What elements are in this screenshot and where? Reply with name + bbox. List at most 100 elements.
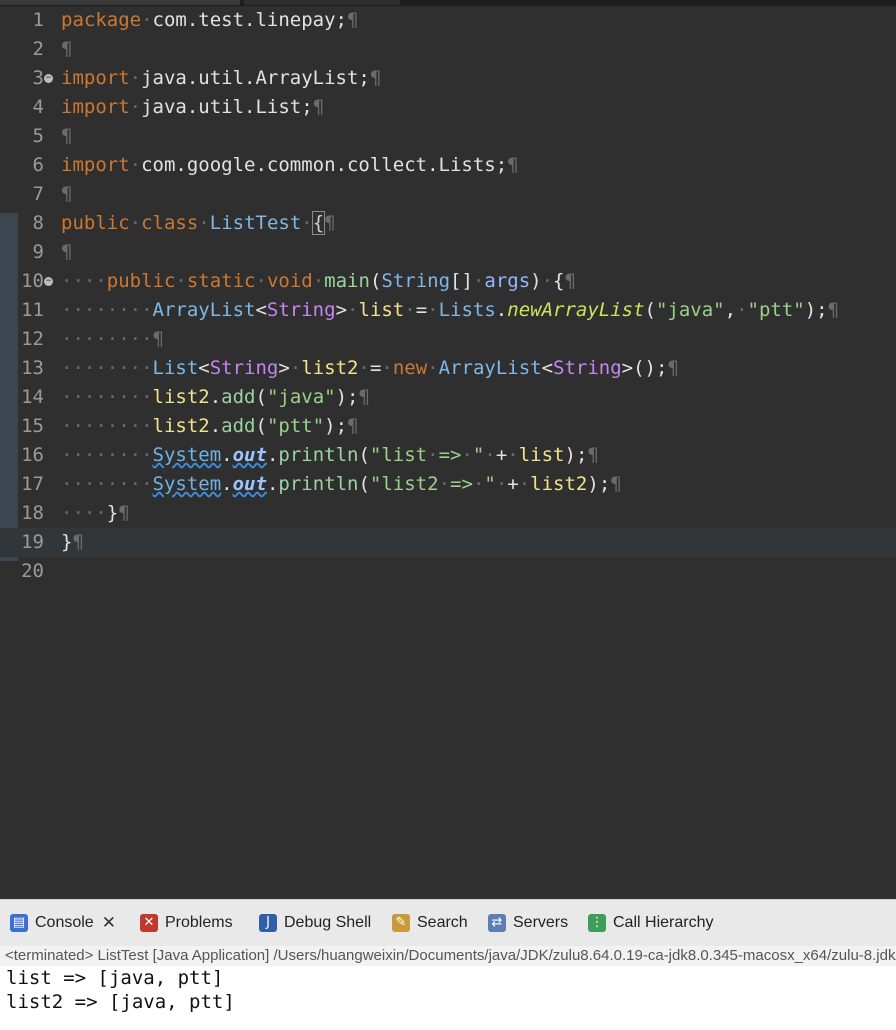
code-line-15[interactable]: 15 ········list2.add("ptt");¶ [0, 412, 896, 441]
code-token: · [129, 212, 142, 234]
fold-toggle-icon[interactable]: − [44, 277, 53, 286]
code-token: · [541, 270, 554, 292]
tab-debug-shell[interactable]: J Debug Shell [259, 910, 371, 936]
code-token: add [221, 386, 256, 408]
code-token: · [472, 473, 485, 495]
code-token: ········ [61, 357, 153, 379]
line-number: 12 [21, 328, 44, 350]
code-token: main [324, 270, 370, 292]
code-token: println [278, 444, 359, 466]
tab-console[interactable]: ▤ Console ✕ [10, 910, 116, 936]
code-token: ); [335, 386, 359, 408]
code-line-16[interactable]: 16 ········System.out.println("list·=>·"·… [0, 441, 896, 470]
line-number: 2 [32, 38, 44, 60]
code-token: . [266, 473, 279, 495]
code-token: · [736, 299, 748, 321]
code-token: { [311, 211, 326, 235]
code-token: ) [530, 270, 542, 292]
code-text: ¶ [61, 238, 72, 267]
tab-servers[interactable]: ⇄ Servers [488, 910, 568, 936]
code-token: ········ [61, 444, 153, 466]
code-line-4[interactable]: 4 import·java.util.List;¶ [0, 93, 896, 122]
line-number: 17 [21, 473, 44, 495]
tab-label: Problems [165, 914, 233, 931]
line-number: 14 [21, 386, 44, 408]
console-tab-bar: ▤ Console ✕ ✕ Problems J Debug Shell ✎ Search ⇄ Se… [0, 899, 896, 947]
code-token: ········ [61, 473, 153, 495]
code-line-5[interactable]: 5 ¶ [0, 122, 896, 151]
code-token: + [495, 444, 508, 466]
line-number: 13 [21, 357, 44, 379]
code-token: ¶ [587, 444, 599, 466]
code-line-10[interactable]: 10− ····public·static·void·main(String[]·… [0, 267, 896, 296]
close-icon[interactable]: ✕ [102, 913, 116, 933]
code-token: < [541, 357, 554, 379]
code-line-3[interactable]: 3− import·java.util.ArrayList;¶ [0, 64, 896, 93]
code-token: out [232, 473, 267, 495]
code-token: ¶ [564, 270, 576, 292]
line-number: 9 [32, 241, 44, 263]
line-number: 11 [21, 299, 44, 321]
fold-toggle-icon[interactable]: − [44, 74, 53, 83]
tab-search[interactable]: ✎ Search [392, 910, 468, 936]
code-token: · [347, 299, 359, 321]
code-line-6[interactable]: 6 import·com.google.common.collect.Lists;… [0, 151, 896, 180]
code-token: System [152, 473, 222, 495]
code-text: ········System.out.println("list·=>·"·+·… [61, 441, 599, 470]
code-line-8[interactable]: 8 public·class·ListTest·{¶ [0, 209, 896, 238]
code-token: < [198, 357, 210, 379]
code-token: · [301, 212, 313, 234]
code-line-1[interactable]: 1 package·com.test.linepay;¶ [0, 6, 896, 35]
tab-label: Search [417, 914, 468, 931]
line-number: 7 [32, 183, 44, 205]
code-text: ¶ [61, 35, 72, 64]
code-token: . [221, 444, 233, 466]
code-editor[interactable]: 1 package·com.test.linepay;¶ 2 ¶ 3− import·ja… [0, 6, 896, 899]
line-number: 10 [21, 270, 44, 292]
code-token: String [381, 270, 451, 292]
tab-label: Servers [513, 914, 569, 931]
code-token: · [495, 473, 508, 495]
code-text: ····}¶ [61, 499, 130, 528]
code-token: · [404, 299, 416, 321]
code-line-13[interactable]: 13 ········List<String>·list2·=·new·Array… [0, 354, 896, 383]
tab-problems[interactable]: ✕ Problems [140, 910, 233, 936]
code-token: ListTest [209, 212, 302, 234]
code-line-18[interactable]: 18 ····}¶ [0, 499, 896, 528]
console-panel: ▤ Console ✕ ✕ Problems J Debug Shell ✎ Search ⇄ Se… [0, 899, 896, 1030]
code-token: · [129, 96, 142, 118]
code-token: ¶ [118, 502, 130, 524]
code-token: ¶ [72, 531, 84, 553]
code-line-11[interactable]: 11 ········ArrayList<String>·list·=·Lists… [0, 296, 896, 325]
code-token: public [61, 212, 130, 234]
code-token: String [553, 357, 622, 379]
line-number: 19 [21, 531, 44, 553]
code-line-17[interactable]: 17 ········System.out.println("list2·=>·"… [0, 470, 896, 499]
code-token: list2 [301, 357, 359, 379]
code-token: , [724, 299, 737, 321]
code-token: list2 [152, 415, 210, 437]
tab-call-hierarchy[interactable]: ⋮ Call Hierarchy [588, 910, 713, 936]
code-token: new [392, 357, 428, 379]
code-token: newArrayList [507, 299, 645, 321]
code-line-12[interactable]: 12 ········¶ [0, 325, 896, 354]
code-text: ········ArrayList<String>·list·=·Lists.n… [61, 296, 839, 325]
code-line-14[interactable]: 14 ········list2.add("java");¶ [0, 383, 896, 412]
code-token: = [369, 357, 382, 379]
code-token: list2 [530, 473, 588, 495]
code-token: . [209, 415, 222, 437]
editor-tab-edge [0, 0, 240, 5]
line-number: 8 [32, 212, 44, 234]
code-token: "ptt" [747, 299, 805, 321]
code-token: ········ [61, 328, 153, 350]
code-token: args [484, 270, 531, 292]
code-line-19[interactable]: 19}¶ [0, 528, 896, 557]
code-line-2[interactable]: 2 ¶ [0, 35, 896, 64]
code-line-7[interactable]: 7 ¶ [0, 180, 896, 209]
code-line-9[interactable]: 9 ¶ [0, 238, 896, 267]
line-number: 1 [32, 9, 44, 31]
code-token: · [129, 67, 142, 89]
code-token: public [106, 270, 176, 292]
code-line-20[interactable]: 20 [0, 557, 896, 586]
call-hierarchy-icon: ⋮ [588, 914, 606, 932]
